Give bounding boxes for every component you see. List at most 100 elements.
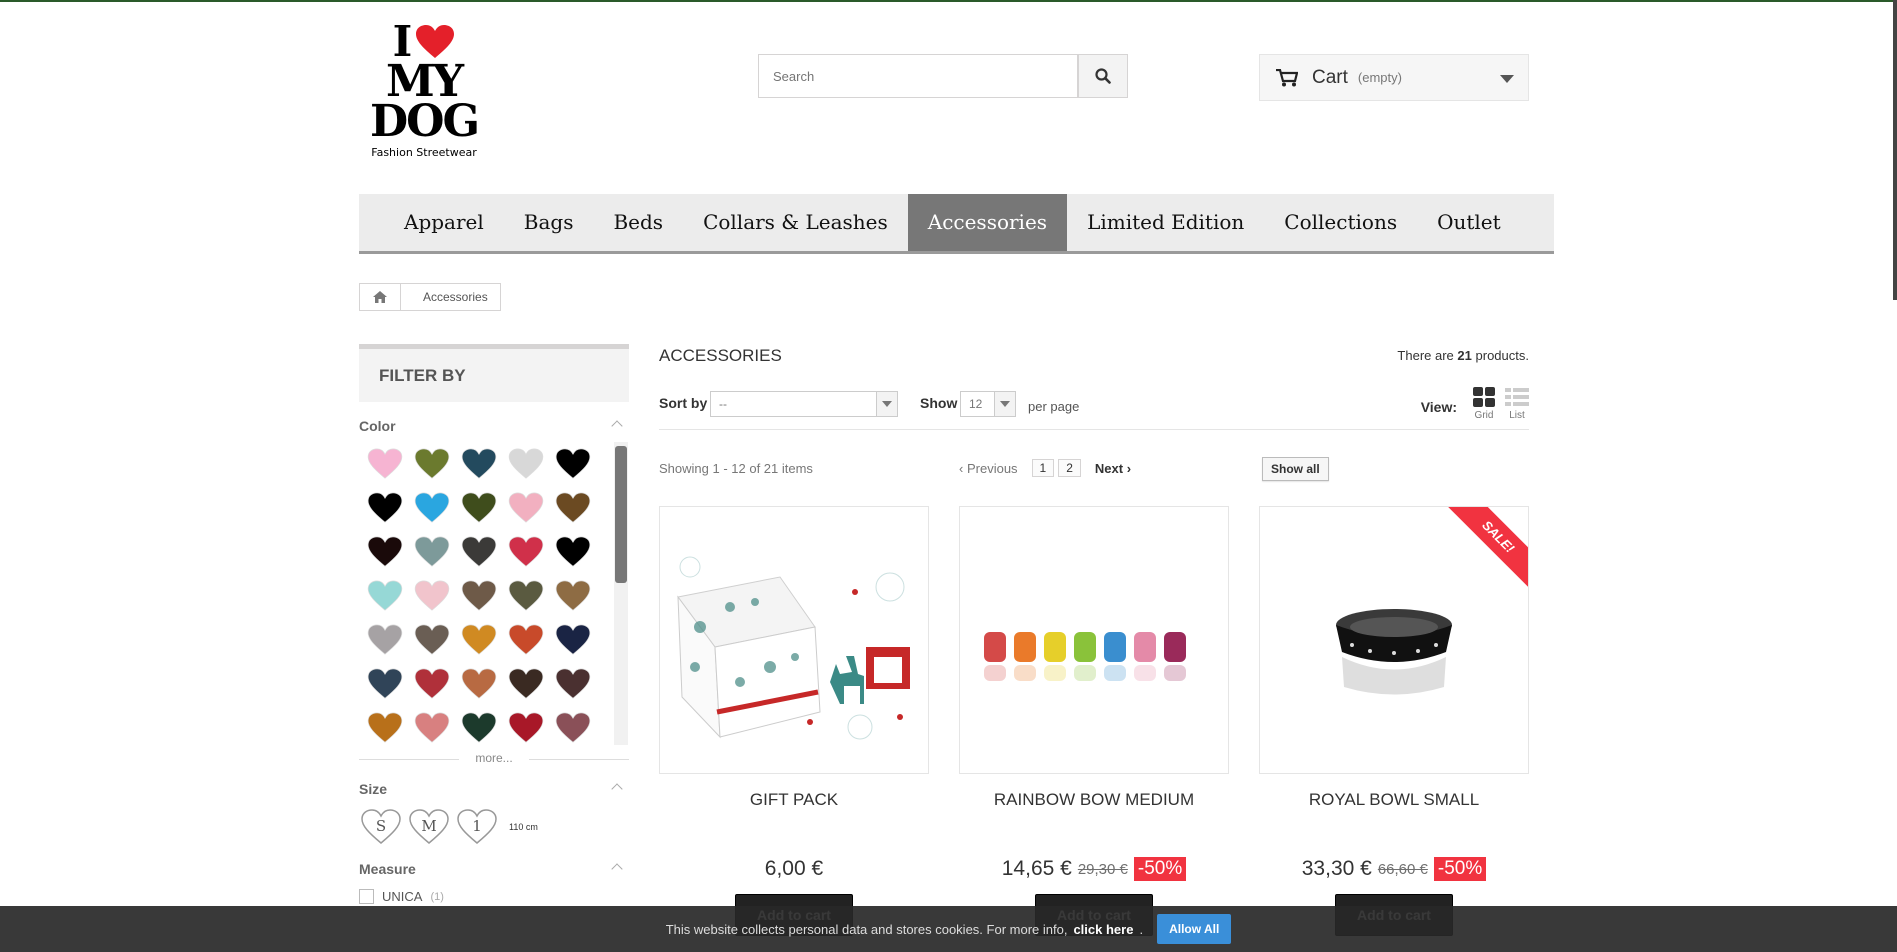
show-all-button[interactable]: Show all: [1262, 457, 1329, 481]
menu-item-beds[interactable]: Beds: [593, 194, 683, 251]
color-swatch[interactable]: [455, 618, 502, 662]
color-swatch[interactable]: [361, 618, 408, 662]
color-swatch[interactable]: [408, 662, 455, 706]
chevron-up-icon[interactable]: [611, 420, 623, 432]
color-swatch[interactable]: [408, 530, 455, 574]
menu-item-collars-leashes[interactable]: Collars & Leashes: [683, 194, 908, 251]
color-swatch[interactable]: [502, 530, 549, 574]
search-input[interactable]: [758, 54, 1078, 98]
chevron-down-icon[interactable]: [876, 392, 897, 416]
product-count-suffix: products.: [1475, 348, 1529, 363]
size-filter-title[interactable]: Size: [359, 781, 629, 801]
heart-swatch-icon: [508, 448, 543, 479]
color-filter-title[interactable]: Color: [359, 418, 629, 438]
view-grid-button[interactable]: Grid: [1473, 387, 1495, 421]
cart-label: Cart: [1312, 66, 1348, 88]
color-swatch[interactable]: [361, 442, 408, 486]
product-card: RAINBOW BOW MEDIUM 14,65 € 29,30 € -50% …: [959, 506, 1229, 936]
site-logo[interactable]: I MY DOG Fashion Streetwear: [365, 21, 483, 167]
color-swatch[interactable]: [408, 618, 455, 662]
chevron-up-icon[interactable]: [611, 783, 623, 795]
measure-checkbox[interactable]: [359, 889, 374, 904]
size-s-heart[interactable]: S: [361, 809, 401, 845]
chevron-up-icon[interactable]: [611, 863, 623, 875]
color-swatch[interactable]: [455, 486, 502, 530]
cookie-dot: .: [1139, 921, 1144, 937]
menu-item-apparel[interactable]: Apparel: [384, 194, 504, 251]
measure-option-unica[interactable]: UNICA (1): [359, 889, 629, 904]
swatch-scrollbar-thumb[interactable]: [615, 446, 627, 583]
chevron-down-icon[interactable]: [1500, 75, 1514, 83]
cookie-info-link[interactable]: click here: [1073, 922, 1133, 937]
heart-swatch-icon: [555, 536, 590, 567]
product-image-gift-pack[interactable]: [659, 506, 929, 774]
pagination-page-2[interactable]: 2: [1058, 459, 1081, 477]
pagination-next[interactable]: Next ›: [1095, 461, 1131, 476]
sort-select[interactable]: --: [710, 391, 898, 417]
pagination-previous-label: Previous: [966, 460, 1018, 476]
color-swatch[interactable]: [502, 706, 549, 745]
product-name[interactable]: GIFT PACK: [659, 790, 929, 810]
more-colors-link[interactable]: more...: [359, 751, 629, 765]
breadcrumb-home[interactable]: [360, 284, 401, 310]
measure-filter-title[interactable]: Measure: [359, 861, 629, 881]
menu-item-accessories[interactable]: Accessories: [907, 194, 1068, 251]
heart-swatch-icon: [461, 624, 496, 655]
heart-swatch-icon: [414, 712, 449, 743]
color-swatch[interactable]: [502, 486, 549, 530]
pagination-page-1[interactable]: 1: [1031, 459, 1055, 477]
color-swatch[interactable]: [549, 618, 596, 662]
product-count-value: 21: [1457, 348, 1472, 363]
size-m-heart[interactable]: M: [409, 809, 449, 845]
color-swatch[interactable]: [455, 706, 502, 745]
menu-item-limited-edition[interactable]: Limited Edition: [1067, 194, 1264, 251]
per-page-select[interactable]: 12: [960, 391, 1016, 417]
color-swatch[interactable]: [361, 574, 408, 618]
menu-item-outlet[interactable]: Outlet: [1417, 194, 1521, 251]
product-image-royal-bowl[interactable]: SALE!: [1259, 506, 1529, 774]
color-swatch[interactable]: [549, 486, 596, 530]
sort-label: Sort by: [659, 395, 708, 411]
logo-tagline: Fashion Streetwear: [371, 146, 477, 159]
product-name[interactable]: ROYAL BOWL SMALL: [1259, 790, 1529, 810]
color-swatch[interactable]: [549, 530, 596, 574]
color-swatch[interactable]: [361, 662, 408, 706]
color-swatch[interactable]: [549, 442, 596, 486]
color-swatch[interactable]: [408, 486, 455, 530]
size-1-heart[interactable]: 1: [457, 809, 497, 845]
color-swatch[interactable]: [361, 486, 408, 530]
color-swatch[interactable]: [455, 662, 502, 706]
heart-swatch-icon: [555, 712, 590, 743]
cart-block[interactable]: Cart (empty): [1259, 54, 1529, 101]
main-menu: Apparel Bags Beds Collars & Leashes Acce…: [359, 194, 1554, 254]
view-list-button[interactable]: List: [1505, 387, 1529, 421]
view-label: View:: [1420, 399, 1457, 415]
allow-all-button[interactable]: Allow All: [1157, 914, 1232, 944]
color-swatch[interactable]: [502, 662, 549, 706]
chevron-down-icon[interactable]: [994, 392, 1015, 416]
color-swatch[interactable]: [455, 442, 502, 486]
color-swatch[interactable]: [361, 530, 408, 574]
color-swatch[interactable]: [549, 662, 596, 706]
product-image-rainbow-bow[interactable]: [959, 506, 1229, 774]
color-swatch[interactable]: [502, 574, 549, 618]
color-swatch[interactable]: [502, 442, 549, 486]
color-swatch[interactable]: [408, 706, 455, 745]
menu-item-bags[interactable]: Bags: [504, 194, 594, 251]
color-swatch[interactable]: [361, 706, 408, 745]
color-swatch[interactable]: [455, 574, 502, 618]
color-swatch[interactable]: [455, 530, 502, 574]
color-swatch[interactable]: [408, 574, 455, 618]
heart-swatch-icon: [414, 448, 449, 479]
color-swatch[interactable]: [549, 706, 596, 745]
page-scrollbar[interactable]: [1893, 0, 1897, 300]
color-swatch[interactable]: [549, 574, 596, 618]
color-swatch[interactable]: [408, 442, 455, 486]
color-swatch[interactable]: [502, 618, 549, 662]
size-option-110cm[interactable]: 110 cm: [509, 822, 538, 832]
pagination-previous[interactable]: ‹ Previous: [959, 461, 1018, 476]
search-button[interactable]: [1078, 54, 1128, 98]
menu-item-collections[interactable]: Collections: [1264, 194, 1417, 251]
heart-swatch-icon: [461, 580, 496, 611]
product-name[interactable]: RAINBOW BOW MEDIUM: [959, 790, 1229, 810]
